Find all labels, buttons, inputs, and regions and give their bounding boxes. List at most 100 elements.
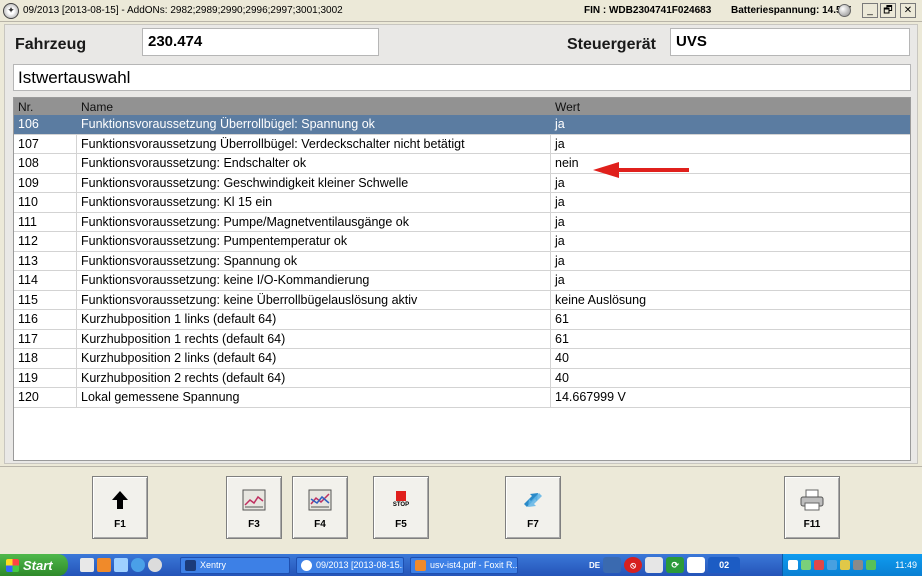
taskbar-item-foxit[interactable]: usv-ist4.pdf - Foxit R... (410, 556, 518, 574)
f4-button[interactable]: F4 (292, 476, 348, 539)
cell-wert: 61 (555, 331, 569, 346)
function-key-bar: F1 F3 F4 STOP F5 F7 F11 (0, 466, 922, 550)
cell-name: Funktionsvoraussetzung: Endschalter ok (77, 154, 551, 173)
stop-icon: STOP (389, 488, 413, 512)
browser-icon[interactable] (131, 558, 145, 572)
cell-nr: 117 (14, 329, 77, 348)
taskbar-item-xentry-window[interactable]: 09/2013 [2013-08-15... (296, 556, 404, 574)
battery-voltage: Batteriespannung: 14.5 V (731, 5, 852, 16)
cell-name: Kurzhubposition 1 links (default 64) (77, 310, 551, 329)
pen-icon[interactable] (687, 557, 706, 573)
cell-name: Funktionsvoraussetzung: Pumpe/Magnetvent… (77, 212, 551, 231)
desktop-icon[interactable] (80, 558, 94, 572)
eraser-icon[interactable] (645, 557, 664, 573)
cell-wert: ja (555, 195, 565, 209)
media-icon[interactable] (148, 558, 162, 572)
window-title: 09/2013 [2013-08-15] - AddONs: 2982;2989… (23, 5, 343, 16)
table-row[interactable]: 117 Kurzhubposition 1 rechts (default 64)… (14, 329, 910, 349)
table-row[interactable]: 109 Funktionsvoraussetzung: Geschwindigke… (14, 173, 910, 193)
cell-nr: 114 (14, 271, 77, 290)
counter-badge[interactable]: 02 (708, 557, 741, 573)
column-header-name[interactable]: Name (77, 98, 551, 115)
taskbar-item-label: usv-ist4.pdf - Foxit R... (430, 560, 518, 570)
cell-wert: 61 (555, 312, 569, 326)
annotation-arrow-icon (593, 162, 689, 178)
cell-wert: 40 (555, 351, 569, 365)
mail-icon[interactable] (114, 558, 128, 572)
tray-icon-7[interactable] (866, 560, 876, 570)
cell-nr: 107 (14, 134, 77, 153)
cell-name: Funktionsvoraussetzung Überrollbügel: Sp… (77, 115, 551, 134)
steuergeraet-field: UVS (670, 28, 910, 56)
cell-name: Funktionsvoraussetzung: keine I/O-Komman… (77, 271, 551, 290)
battery-status-icon (838, 4, 851, 17)
tray-icon-3[interactable] (814, 560, 824, 570)
main-panel: Fahrzeug 230.474 Steuergerät UVS Istwert… (4, 24, 918, 464)
column-header-nr[interactable]: Nr. (14, 98, 77, 115)
cell-nr: 118 (14, 349, 77, 368)
minimize-button[interactable]: _ (862, 3, 878, 18)
taskbar-item-label: Xentry (200, 560, 227, 570)
cell-nr: 112 (14, 232, 77, 251)
table-row[interactable]: 113 Funktionsvoraussetzung: Spannung ok ja (14, 251, 910, 271)
table-row[interactable]: 120 Lokal gemessene Spannung 14.667999 V (14, 388, 910, 408)
tray-icon-1[interactable] (788, 560, 798, 570)
table-row[interactable]: 107 Funktionsvoraussetzung Überrollbügel:… (14, 134, 910, 154)
table-row[interactable]: 114 Funktionsvoraussetzung: keine I/O-Kom… (14, 271, 910, 291)
language-bar: DE ⦸ ⟳ 02 (589, 555, 741, 575)
f11-button[interactable]: F11 (784, 476, 840, 539)
f4-label: F4 (314, 519, 326, 530)
table-row[interactable]: 118 Kurzhubposition 2 links (default 64) 4… (14, 349, 910, 369)
tray-icon-4[interactable] (827, 560, 837, 570)
table-row[interactable]: 111 Funktionsvoraussetzung: Pumpe/Magnetv… (14, 212, 910, 232)
language-indicator[interactable]: DE (589, 561, 600, 570)
column-header-wert[interactable]: Wert (551, 98, 910, 115)
actual-values-table: Nr. Name Wert 106 Funktionsvoraussetzung … (13, 97, 911, 461)
cell-name: Funktionsvoraussetzung: Geschwindigkeit … (77, 173, 551, 192)
tray-icon-6[interactable] (853, 560, 863, 570)
clock: 11:49 (895, 560, 917, 570)
mercedes-star-icon: ✦ (3, 2, 19, 19)
f1-label: F1 (114, 519, 126, 530)
f3-button[interactable]: F3 (226, 476, 282, 539)
table-row[interactable]: 116 Kurzhubposition 1 links (default 64) 6… (14, 310, 910, 330)
cell-name: Kurzhubposition 2 rechts (default 64) (77, 368, 551, 387)
cell-name: Funktionsvoraussetzung: Spannung ok (77, 251, 551, 270)
cell-wert: keine Auslösung (555, 292, 647, 307)
table-row[interactable]: 112 Funktionsvoraussetzung: Pumpentempera… (14, 232, 910, 252)
cell-nr: 120 (14, 388, 77, 407)
cell-name: Funktionsvoraussetzung Überrollbügel: Ve… (77, 134, 551, 153)
arrow-up-icon (108, 488, 132, 512)
refresh-icon[interactable]: ⟳ (666, 557, 685, 573)
pdf-quicklaunch-icon[interactable] (97, 558, 111, 572)
f5-label: F5 (395, 519, 407, 530)
cell-nr: 115 (14, 290, 77, 309)
system-tray: 11:49 (782, 554, 922, 576)
table-row[interactable]: 119 Kurzhubposition 2 rechts (default 64)… (14, 368, 910, 388)
cell-wert: ja (555, 253, 565, 268)
table-header: Nr. Name Wert (14, 98, 910, 115)
cell-nr: 108 (14, 154, 77, 173)
windows-flag-icon (6, 558, 19, 572)
table-row[interactable]: 108 Funktionsvoraussetzung: Endschalter o… (14, 154, 910, 174)
table-row[interactable]: 110 Funktionsvoraussetzung: Kl 15 ein ja (14, 193, 910, 213)
app-window: ✦ 09/2013 [2013-08-15] - AddONs: 2982;29… (0, 0, 922, 576)
table-body: 106 Funktionsvoraussetzung Überrollbügel:… (14, 115, 910, 408)
f7-button[interactable]: F7 (505, 476, 561, 539)
start-button[interactable]: Start (0, 554, 68, 576)
cell-name: Funktionsvoraussetzung: keine Überrollbü… (77, 290, 551, 309)
keyboard-icon[interactable] (603, 557, 622, 573)
f5-button[interactable]: STOP F5 (373, 476, 429, 539)
cell-name: Lokal gemessene Spannung (77, 388, 551, 407)
taskbar-item-xentry[interactable]: Xentry (180, 556, 290, 574)
tray-icon-5[interactable] (840, 560, 850, 570)
table-row[interactable]: 106 Funktionsvoraussetzung Überrollbügel:… (14, 115, 910, 135)
fahrzeug-label: Fahrzeug (15, 36, 87, 53)
cell-nr: 119 (14, 368, 77, 387)
tray-icon-2[interactable] (801, 560, 811, 570)
restore-button[interactable]: 🗗 (880, 3, 896, 18)
close-button[interactable]: ✕ (900, 3, 916, 18)
f1-button[interactable]: F1 (92, 476, 148, 539)
block-icon[interactable]: ⦸ (624, 557, 643, 573)
table-row[interactable]: 115 Funktionsvoraussetzung: keine Überrol… (14, 290, 910, 310)
